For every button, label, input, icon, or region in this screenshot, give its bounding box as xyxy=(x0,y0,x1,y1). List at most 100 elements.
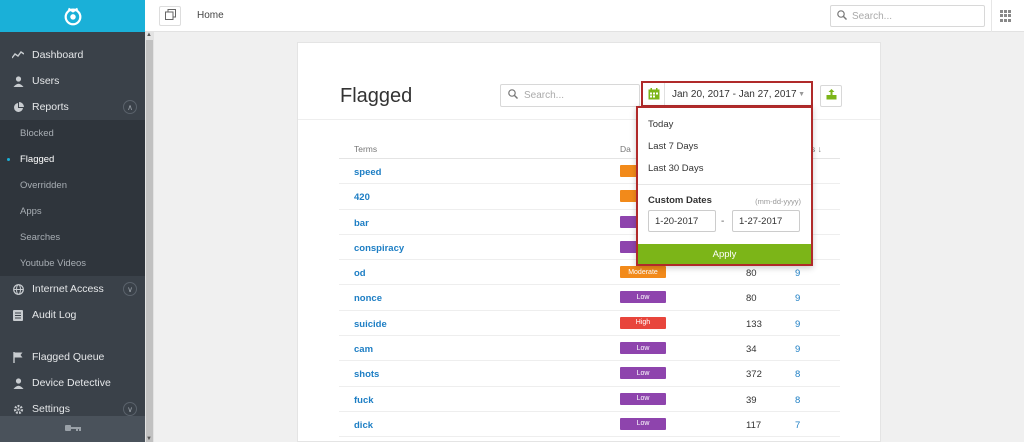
chevron-up-icon[interactable]: ∧ xyxy=(123,100,137,114)
sidebar-item-label: Internet Access xyxy=(32,283,104,295)
flag-count: 80 xyxy=(746,268,757,280)
table-row: suicide High 133 9 xyxy=(339,311,840,337)
sidebar-item-audit-log[interactable]: Audit Log xyxy=(0,302,145,328)
term-link[interactable]: suicide xyxy=(354,319,387,330)
term-link[interactable]: shots xyxy=(354,369,379,380)
key-icon xyxy=(64,423,81,435)
device-count-link[interactable]: 9 xyxy=(795,293,800,304)
custom-dates-label: Custom Dates xyxy=(648,195,712,206)
table-row: shots Low 372 8 xyxy=(339,361,840,387)
sidebar-item-label: Apps xyxy=(20,205,42,217)
sidebar-collapse-button[interactable] xyxy=(0,416,145,442)
sidebar-item-label: Overridden xyxy=(20,179,67,191)
device-count-link[interactable]: 9 xyxy=(795,319,800,330)
brand-logo-icon xyxy=(64,7,81,26)
term-link[interactable]: fuck xyxy=(354,395,374,406)
sidebar-item-reports[interactable]: Reports ∧ xyxy=(0,94,145,120)
sidebar-item-device-detective[interactable]: Device Detective xyxy=(0,370,145,396)
top-bar: Home Search... xyxy=(145,0,1024,32)
sidebar-item-label: Settings xyxy=(32,403,70,415)
device-count-link[interactable]: 9 xyxy=(795,344,800,355)
user-icon xyxy=(12,377,24,389)
start-date-field[interactable]: 1-20-2017 xyxy=(648,210,716,232)
table-row: cam Low 34 9 xyxy=(339,336,840,362)
term-link[interactable]: dick xyxy=(354,420,373,431)
start-date-value: 1-20-2017 xyxy=(655,215,699,227)
term-link[interactable]: nonce xyxy=(354,293,382,304)
chevron-down-icon[interactable]: ∨ xyxy=(123,402,137,416)
flag-count: 34 xyxy=(746,344,757,356)
sidebar-item-flagged-queue[interactable]: Flagged Queue xyxy=(0,344,145,370)
severity-badge: Low xyxy=(620,417,666,430)
sidebar-item-youtube-videos[interactable]: Youtube Videos xyxy=(0,250,145,276)
column-header-terms[interactable]: Terms xyxy=(354,144,377,154)
sidebar-item-label: Flagged Queue xyxy=(32,351,105,363)
term-link[interactable]: conspiracy xyxy=(354,243,404,254)
sidebar-item-label: Youtube Videos xyxy=(20,257,87,269)
sidebar-item-internet-access[interactable]: Internet Access ∨ xyxy=(0,276,145,302)
term-link[interactable]: bar xyxy=(354,218,369,229)
device-count-link[interactable]: 8 xyxy=(795,369,800,380)
sidebar-item-blocked[interactable]: Blocked xyxy=(0,120,145,146)
scroll-up-icon[interactable]: ▲ xyxy=(146,32,152,38)
search-icon xyxy=(508,89,518,102)
apps-grid-icon[interactable] xyxy=(1000,10,1012,22)
global-search-input[interactable]: Search... xyxy=(830,5,985,27)
severity-badge: High xyxy=(620,316,666,329)
export-button[interactable] xyxy=(820,85,842,107)
scrollbar-thumb[interactable] xyxy=(146,40,153,442)
sidebar-item-apps[interactable]: Apps xyxy=(0,198,145,224)
device-count-link[interactable]: 8 xyxy=(795,395,800,406)
flag-count: 372 xyxy=(746,369,762,381)
option-today[interactable]: Today xyxy=(648,119,673,130)
term-link[interactable]: cam xyxy=(354,344,373,355)
apply-button[interactable]: Apply xyxy=(638,244,811,264)
export-icon xyxy=(826,89,837,103)
table-row: fuck Low 39 8 xyxy=(339,387,840,412)
gear-icon xyxy=(12,403,24,415)
term-link[interactable]: 420 xyxy=(354,192,370,203)
chevron-down-icon[interactable]: ∨ xyxy=(123,282,137,296)
end-date-value: 1-27-2017 xyxy=(739,215,783,227)
severity-badge: Low xyxy=(620,392,666,405)
date-separator: - xyxy=(721,216,725,227)
sidebar-item-label: Blocked xyxy=(20,127,54,139)
option-last-30-days[interactable]: Last 30 Days xyxy=(648,163,703,174)
term-link[interactable]: od xyxy=(354,268,366,279)
calendar-icon xyxy=(643,83,665,105)
apply-label: Apply xyxy=(712,248,737,260)
toggle-sidebar-button[interactable] xyxy=(159,6,181,26)
date-range-dropdown: Today Last 7 Days Last 30 Days Custom Da… xyxy=(636,106,813,266)
severity-badge: Low xyxy=(620,291,666,304)
table-row: nonce Low 80 9 xyxy=(339,285,840,311)
sidebar-item-flagged[interactable]: Flagged xyxy=(0,146,145,172)
sidebar-item-searches[interactable]: Searches xyxy=(0,224,145,250)
breadcrumb[interactable]: Home xyxy=(197,10,224,21)
sidebar-item-dashboard[interactable]: Dashboard xyxy=(0,42,145,68)
user-icon xyxy=(12,75,24,87)
search-placeholder: Search... xyxy=(852,10,893,22)
flag-count: 39 xyxy=(746,394,757,406)
device-count-link[interactable]: 9 xyxy=(795,268,800,279)
globe-icon xyxy=(12,283,24,295)
date-range-picker[interactable]: Jan 20, 2017 - Jan 27, 2017 ▼ xyxy=(641,81,813,107)
sidebar-item-label: Reports xyxy=(32,101,69,113)
search-placeholder: Search... xyxy=(524,90,565,101)
sidebar-item-label: Users xyxy=(32,75,60,87)
column-header-severity[interactable]: Da xyxy=(620,144,631,154)
term-link[interactable]: speed xyxy=(354,167,381,178)
end-date-field[interactable]: 1-27-2017 xyxy=(732,210,800,232)
caret-down-icon: ▼ xyxy=(798,90,805,98)
sidebar-item-overridden[interactable]: Overridden xyxy=(0,172,145,198)
sidebar-item-users[interactable]: Users xyxy=(0,68,145,94)
severity-badge: Low xyxy=(620,367,666,380)
flag-icon xyxy=(12,351,24,363)
scroll-down-icon[interactable]: ▼ xyxy=(146,436,152,442)
sidebar-scrollbar[interactable]: ▲ ▼ xyxy=(145,32,154,442)
device-count-link[interactable]: 7 xyxy=(795,420,800,431)
option-last-7-days[interactable]: Last 7 Days xyxy=(648,141,698,152)
sidebar-nav: Dashboard Users Reports ∧ Blocked Flagge… xyxy=(0,32,145,422)
logo[interactable] xyxy=(0,0,145,32)
search-input[interactable]: Search... xyxy=(500,84,640,107)
sidebar-item-label: Device Detective xyxy=(32,377,111,389)
